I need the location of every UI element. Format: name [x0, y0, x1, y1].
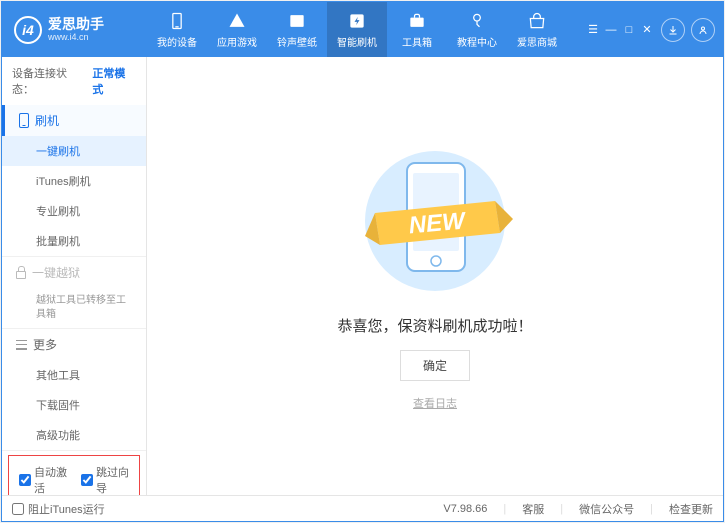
- logo-icon: i4: [14, 16, 42, 44]
- phone-icon: [167, 11, 187, 31]
- sidebar: 设备连接状态： 正常模式 刷机 一键刷机 iTunes刷机 专业刷机 批量刷机 …: [2, 57, 147, 495]
- minimize-icon[interactable]: —: [603, 22, 619, 38]
- section-more[interactable]: 更多: [2, 329, 146, 360]
- section-flash[interactable]: 刷机: [2, 105, 146, 136]
- menu-icon[interactable]: ☰: [585, 22, 601, 38]
- update-link[interactable]: 检查更新: [669, 501, 713, 517]
- footer-right: V7.98.66 | 客服 | 微信公众号 | 检查更新: [443, 501, 713, 517]
- block-itunes-checkbox[interactable]: 阻止iTunes运行: [12, 501, 105, 517]
- tab-smart-flash[interactable]: 智能刷机: [327, 2, 387, 57]
- tab-store[interactable]: 爱思商城: [507, 2, 567, 57]
- sidebar-item-firmware[interactable]: 下载固件: [2, 390, 146, 420]
- sidebar-item-advanced[interactable]: 高级功能: [2, 420, 146, 450]
- section-jailbreak[interactable]: 一键越狱: [2, 257, 146, 288]
- sidebar-item-oneclick[interactable]: 一键刷机: [2, 136, 146, 166]
- download-button[interactable]: [661, 18, 685, 42]
- topbar: i4 爱思助手 www.i4.cn 我的设备 应用游戏 铃声壁纸 智能刷机: [2, 2, 723, 57]
- user-button[interactable]: [691, 18, 715, 42]
- success-message: 恭喜您，保资料刷机成功啦！: [337, 315, 532, 336]
- jailbreak-note: 越狱工具已转移至工具箱: [2, 288, 146, 328]
- version-label: V7.98.66: [443, 503, 487, 515]
- top-right: ☰ — □ ✕: [585, 18, 723, 42]
- apps-icon: [227, 11, 247, 31]
- checkbox-auto-activate[interactable]: 自动激活: [19, 464, 67, 495]
- sidebar-item-itunes[interactable]: iTunes刷机: [2, 166, 146, 196]
- window-controls: ☰ — □ ✕: [585, 22, 655, 38]
- connection-status: 设备连接状态： 正常模式: [2, 57, 146, 105]
- footer: 阻止iTunes运行 V7.98.66 | 客服 | 微信公众号 | 检查更新: [2, 495, 723, 521]
- sidebar-item-pro[interactable]: 专业刷机: [2, 196, 146, 226]
- list-icon: [16, 340, 27, 350]
- sidebar-item-other[interactable]: 其他工具: [2, 360, 146, 390]
- phone-new-icon: NEW: [345, 141, 525, 301]
- tab-ringtones[interactable]: 铃声壁纸: [267, 2, 327, 57]
- svg-text:NEW: NEW: [408, 207, 468, 239]
- success-illustration: NEW: [345, 141, 525, 301]
- user-icon: [697, 24, 709, 36]
- service-link[interactable]: 客服: [522, 501, 544, 517]
- toolbox-icon: [407, 11, 427, 31]
- flash-icon: [347, 11, 367, 31]
- logo-area: i4 爱思助手 www.i4.cn: [2, 16, 147, 44]
- tab-toolbox[interactable]: 工具箱: [387, 2, 447, 57]
- app-window: i4 爱思助手 www.i4.cn 我的设备 应用游戏 铃声壁纸 智能刷机: [1, 1, 724, 522]
- wallpaper-icon: [287, 11, 307, 31]
- ok-button[interactable]: 确定: [400, 350, 470, 381]
- options-box: 自动激活 跳过向导: [8, 455, 140, 495]
- view-log-link[interactable]: 查看日志: [413, 395, 457, 411]
- maximize-icon[interactable]: □: [621, 22, 637, 38]
- tab-apps-games[interactable]: 应用游戏: [207, 2, 267, 57]
- app-url: www.i4.cn: [48, 33, 104, 42]
- nav-tabs: 我的设备 应用游戏 铃声壁纸 智能刷机 工具箱 教程中心: [147, 2, 585, 57]
- tab-tutorials[interactable]: 教程中心: [447, 2, 507, 57]
- checkbox-skip-guide[interactable]: 跳过向导: [81, 464, 129, 495]
- sidebar-item-batch[interactable]: 批量刷机: [2, 226, 146, 256]
- tutorial-icon: [467, 11, 487, 31]
- wechat-link[interactable]: 微信公众号: [579, 501, 634, 517]
- app-name: 爱思助手: [48, 17, 104, 31]
- main-content: NEW 恭喜您，保资料刷机成功啦！ 确定 查看日志: [147, 57, 723, 495]
- tab-my-device[interactable]: 我的设备: [147, 2, 207, 57]
- connection-mode: 正常模式: [92, 65, 136, 97]
- close-icon[interactable]: ✕: [639, 22, 655, 38]
- body: 设备连接状态： 正常模式 刷机 一键刷机 iTunes刷机 专业刷机 批量刷机 …: [2, 57, 723, 495]
- phone-icon: [19, 113, 29, 128]
- download-icon: [667, 24, 679, 36]
- store-icon: [527, 11, 547, 31]
- lock-icon: [16, 271, 26, 279]
